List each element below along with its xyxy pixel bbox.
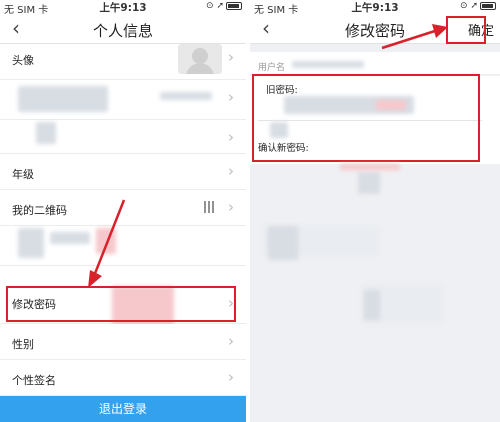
status-icons: ⊙ ➚ bbox=[206, 1, 242, 11]
row-gender-label: 性别 bbox=[12, 338, 34, 351]
status-bar: 无 SIM 卡 上午9:13 ⊙ ➚ bbox=[0, 0, 246, 16]
row-avatar-label: 头像 bbox=[12, 54, 34, 67]
battery-icon bbox=[480, 1, 496, 10]
chevron-right-icon: › bbox=[228, 128, 234, 146]
nav-bar: ‹ 个人信息 bbox=[0, 14, 246, 44]
change-password-screen: 无 SIM 卡 上午9:13 ⊙ ➚ ‹ 修改密码 确定 用户名 旧密码: 确认… bbox=[250, 0, 500, 422]
page-title: 个人信息 bbox=[92, 22, 153, 40]
status-icons: ⊙ ➚ bbox=[460, 1, 496, 11]
red-arrow-annotation bbox=[88, 199, 126, 288]
chevron-right-icon: › bbox=[228, 198, 234, 216]
highlight-box bbox=[446, 16, 486, 44]
username-row bbox=[250, 52, 500, 74]
highlight-box bbox=[252, 74, 480, 162]
chevron-right-icon: › bbox=[228, 332, 234, 350]
row-grade[interactable]: 年级 › bbox=[0, 154, 246, 190]
row-gender[interactable]: 性别 › bbox=[0, 324, 246, 360]
chevron-right-icon: › bbox=[228, 88, 234, 106]
row-qrcode-label: 我的二维码 bbox=[12, 204, 67, 217]
qrcode-icon bbox=[204, 201, 216, 213]
row-signature-label: 个性签名 bbox=[12, 374, 56, 387]
username-label: 用户名 bbox=[258, 63, 286, 73]
personal-info-screen: 无 SIM 卡 上午9:13 ⊙ ➚ ‹ 个人信息 头像 › › › 年级 › … bbox=[0, 0, 246, 422]
chevron-right-icon: › bbox=[228, 48, 234, 66]
blurred-content bbox=[268, 226, 298, 260]
row-signature[interactable]: 个性签名 › bbox=[0, 360, 246, 396]
red-arrow-annotation bbox=[381, 24, 448, 50]
blurred-content bbox=[364, 290, 380, 320]
logout-button[interactable]: 退出登录 bbox=[0, 396, 246, 422]
battery-icon bbox=[226, 1, 242, 10]
blurred-content bbox=[358, 172, 380, 194]
blurred-content bbox=[36, 122, 56, 144]
chevron-right-icon: › bbox=[228, 368, 234, 386]
row-grade-label: 年级 bbox=[12, 168, 34, 181]
blurred-content bbox=[18, 228, 44, 258]
chevron-right-icon: › bbox=[228, 162, 234, 180]
blurred-content bbox=[18, 86, 108, 112]
avatar bbox=[178, 44, 222, 74]
blurred-content bbox=[340, 164, 400, 170]
status-bar: 无 SIM 卡 上午9:13 ⊙ ➚ bbox=[250, 0, 500, 16]
blurred-content bbox=[292, 61, 364, 68]
blurred-content bbox=[160, 92, 212, 100]
